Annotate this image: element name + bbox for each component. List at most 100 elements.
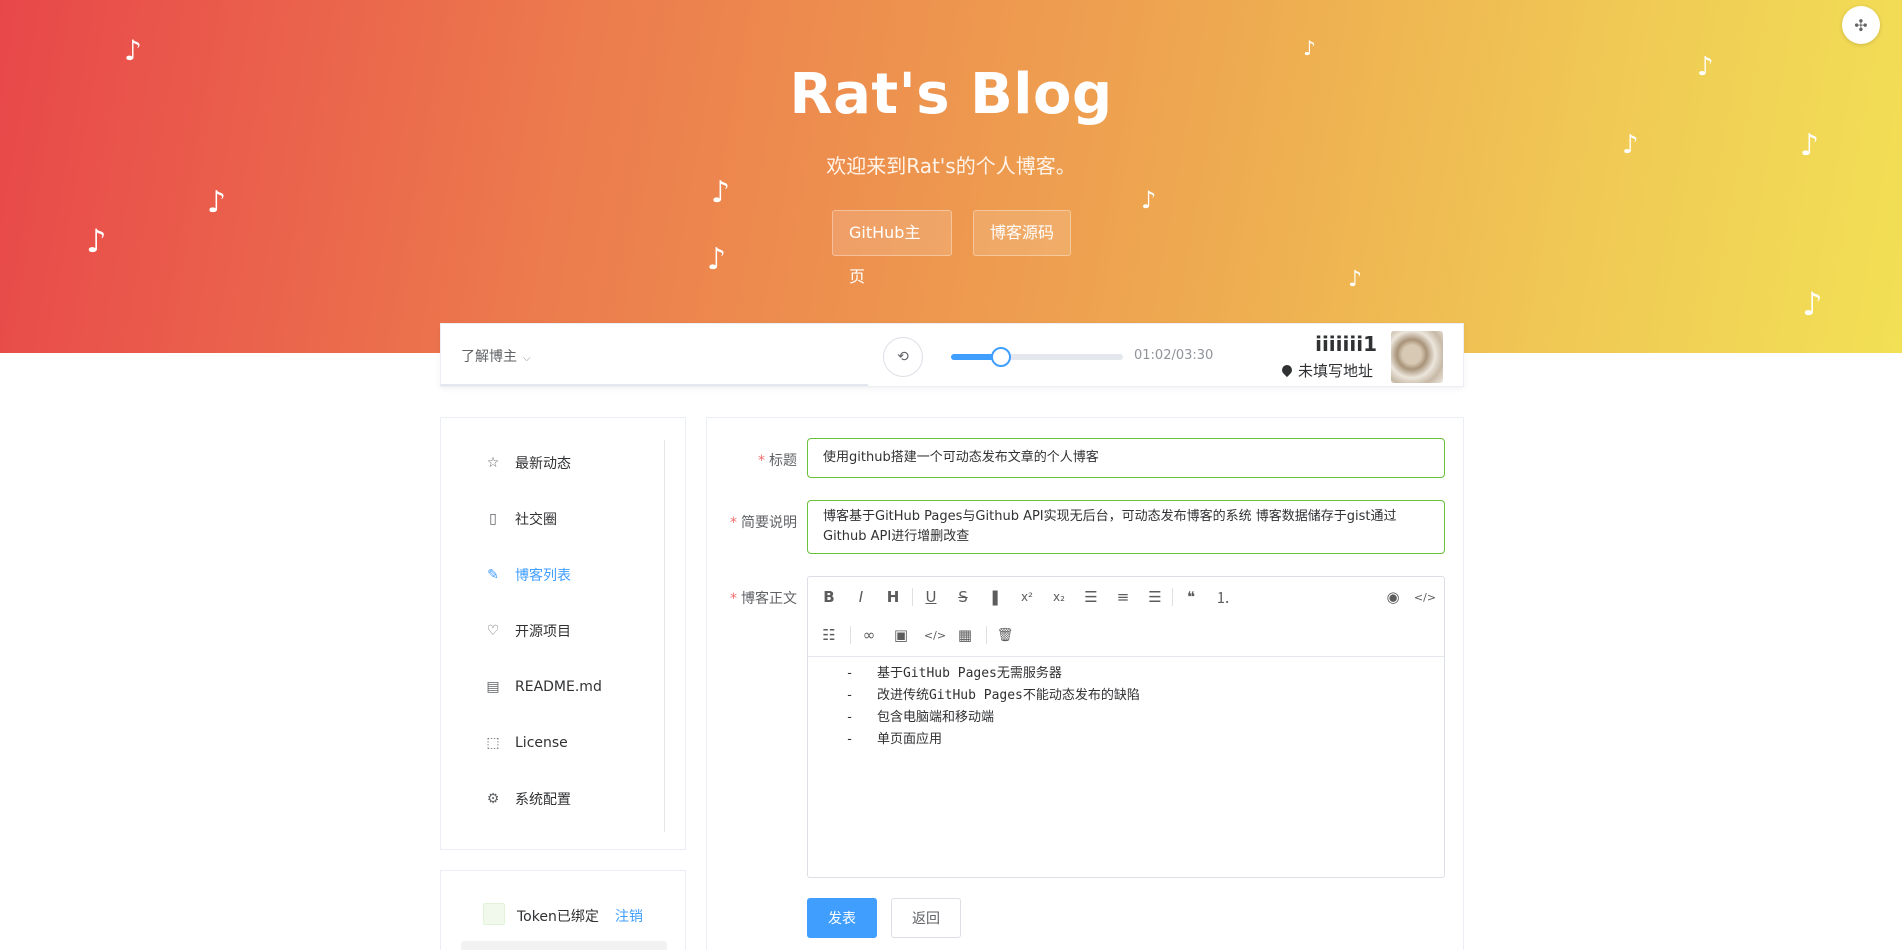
token-bar xyxy=(461,941,667,950)
music-note-icon: ♪ xyxy=(1348,267,1363,292)
token-status-text: Token已绑定 xyxy=(517,909,599,925)
markdown-editor: B I H U S ❚ x² x₂ ☰ ≡ ☰ ❝ ⒈ ◉ </> ☷ ∞ ▣ </> ▦ 🗑 - 基于GitHub P… xyxy=(807,576,1445,878)
toolbar-separator xyxy=(912,588,913,606)
body-label-text: 博客正文 xyxy=(741,591,797,607)
align-left-icon[interactable]: ☰ xyxy=(1080,586,1102,608)
sidebar-item-label: 系统配置 xyxy=(515,792,571,808)
source-icon[interactable]: </> xyxy=(1412,586,1438,608)
music-note-icon: ♪ xyxy=(1141,186,1157,214)
title-input[interactable]: 使用github搭建一个可动态发布文章的个人博客 xyxy=(807,438,1445,478)
blog-title: Rat's Blog xyxy=(789,62,1113,127)
sidebar-item[interactable]: ⚙ 系统配置 xyxy=(485,788,571,810)
token-status-box xyxy=(483,903,505,925)
trash-icon[interactable]: 🗑 xyxy=(994,624,1016,646)
toolbar-separator xyxy=(1172,588,1173,606)
sidebar: ☆ 最新动态 ▯ 社交圈 ✎ 博客列表 ♡ 开源项目 ▤ README.md ⬚ License ⚙ 系统… xyxy=(440,417,686,850)
sidebar-item-label: README.md xyxy=(515,679,602,695)
github-home-button[interactable]: GitHub主页 xyxy=(832,210,952,286)
required-mark: * xyxy=(758,453,765,469)
strikethrough-icon[interactable]: S xyxy=(952,586,974,608)
sidebar-item[interactable]: ☆ 最新动态 xyxy=(485,452,571,474)
music-note-icon: ♪ xyxy=(1800,128,1820,163)
editor-toolbar: B I H U S ❚ x² x₂ ☰ ≡ ☰ ❝ ⒈ ◉ </> ☷ ∞ ▣ </> ▦ 🗑 xyxy=(808,577,1444,657)
slider-thumb[interactable] xyxy=(990,347,1011,367)
sidebar-divider xyxy=(664,440,665,832)
align-center-icon[interactable]: ≡ xyxy=(1112,586,1134,608)
chevron-down-icon: ⌵ xyxy=(523,353,531,364)
title-label-text: 标题 xyxy=(769,453,797,469)
headset-icon: ♡ xyxy=(486,623,500,639)
editor-content[interactable]: - 基于GitHub Pages无需服务器 - 改进传统GitHub Pages… xyxy=(808,657,1444,757)
token-card: Token已绑定 注销 xyxy=(440,870,686,950)
required-mark: * xyxy=(730,591,737,607)
logout-link[interactable]: 注销 xyxy=(615,906,643,926)
sidebar-item-label: 开源项目 xyxy=(515,624,571,640)
music-note-icon: ♪ xyxy=(1622,130,1639,160)
header-bar: 了解博主 ⌵ ⟲ 01:02/03:30 iiiiiii1 未填写地址 xyxy=(440,323,1464,387)
toolbar-separator xyxy=(850,626,851,644)
required-mark: * xyxy=(730,515,737,531)
music-progress-slider[interactable] xyxy=(951,347,1123,367)
publish-button[interactable]: 发表 xyxy=(807,898,877,938)
about-owner-dropdown[interactable]: 了解博主 ⌵ xyxy=(461,346,531,366)
back-button[interactable]: 返回 xyxy=(891,898,961,938)
underline-icon[interactable]: U xyxy=(920,586,942,608)
document-icon: ▤ xyxy=(486,679,500,695)
star-icon: ☆ xyxy=(486,455,500,471)
toolbar-separator xyxy=(986,626,987,644)
preview-icon[interactable]: ◉ xyxy=(1382,586,1404,608)
editor-line: - 包含电脑端和移动端 xyxy=(830,710,994,725)
music-note-icon: ♪ xyxy=(711,175,731,210)
title-label: * 标题 xyxy=(727,450,797,470)
tablet-icon: ▯ xyxy=(489,511,497,527)
description-label: * 简要说明 xyxy=(717,512,797,532)
settings-icon: ⚙ xyxy=(486,791,500,807)
sidebar-item-label: 社交圈 xyxy=(515,512,557,528)
move-icon[interactable]: ✣ xyxy=(1842,6,1880,44)
sidebar-item[interactable]: ▯ 社交圈 xyxy=(485,508,557,530)
music-note-icon: ♪ xyxy=(1802,285,1823,323)
link-icon[interactable]: ∞ xyxy=(858,624,880,646)
music-note-icon: ♪ xyxy=(707,242,727,277)
loop-button[interactable]: ⟲ xyxy=(883,337,923,377)
unordered-list-icon[interactable]: ☷ xyxy=(818,624,840,646)
italic-icon[interactable]: I xyxy=(850,586,872,608)
table-icon[interactable]: ▦ xyxy=(954,624,976,646)
post-editor-form: * 标题 使用github搭建一个可动态发布文章的个人博客 * 简要说明 博客基于G… xyxy=(706,417,1464,950)
sidebar-item[interactable]: ⬚ License xyxy=(485,732,567,754)
subscript-icon[interactable]: x₂ xyxy=(1048,586,1070,608)
license-icon: ⬚ xyxy=(486,735,500,751)
heading-icon[interactable]: H xyxy=(882,586,904,608)
sidebar-item[interactable]: ♡ 开源项目 xyxy=(485,620,571,642)
editor-line: - 改进传统GitHub Pages不能动态发布的缺陷 xyxy=(830,688,1140,703)
location-pin-icon xyxy=(1279,362,1295,378)
description-label-text: 简要说明 xyxy=(741,515,797,531)
edit-icon: ✎ xyxy=(487,567,499,583)
bold-icon[interactable]: B xyxy=(818,586,840,608)
body-label: * 博客正文 xyxy=(717,588,797,608)
sidebar-item-label: 博客列表 xyxy=(515,568,571,584)
bookmark-icon[interactable]: ❚ xyxy=(984,586,1006,608)
quote-icon[interactable]: ❝ xyxy=(1180,586,1202,608)
about-owner-label: 了解博主 xyxy=(461,349,517,365)
dropdown-underline xyxy=(441,384,868,386)
music-note-icon: ♪ xyxy=(86,222,107,260)
music-note-icon: ♪ xyxy=(1303,36,1316,60)
sidebar-item[interactable]: ✎ 博客列表 xyxy=(485,564,571,586)
image-icon[interactable]: ▣ xyxy=(890,624,912,646)
align-right-icon[interactable]: ☰ xyxy=(1144,586,1166,608)
code-icon[interactable]: </> xyxy=(922,624,948,646)
sidebar-item-label: 最新动态 xyxy=(515,456,571,472)
blog-source-button[interactable]: 博客源码 xyxy=(973,210,1071,256)
blog-subtitle: 欢迎来到Rat's的个人博客。 xyxy=(826,154,1076,178)
description-textarea[interactable]: 博客基于GitHub Pages与Github API实现无后台，可动态发布博客… xyxy=(807,500,1445,554)
playback-time: 01:02/03:30 xyxy=(1134,348,1214,363)
user-name: iiiiiii1 xyxy=(1315,332,1377,356)
sidebar-item[interactable]: ▤ README.md xyxy=(485,676,602,698)
avatar[interactable] xyxy=(1391,331,1443,383)
ordered-list-icon[interactable]: ⒈ xyxy=(1212,586,1234,608)
superscript-icon[interactable]: x² xyxy=(1016,586,1038,608)
music-note-icon: ♪ xyxy=(1697,52,1714,82)
hero-banner: Rat's Blog 欢迎来到Rat's的个人博客。 GitHub主页 博客源码… xyxy=(0,0,1902,353)
user-location: 未填写地址 xyxy=(1279,360,1373,381)
